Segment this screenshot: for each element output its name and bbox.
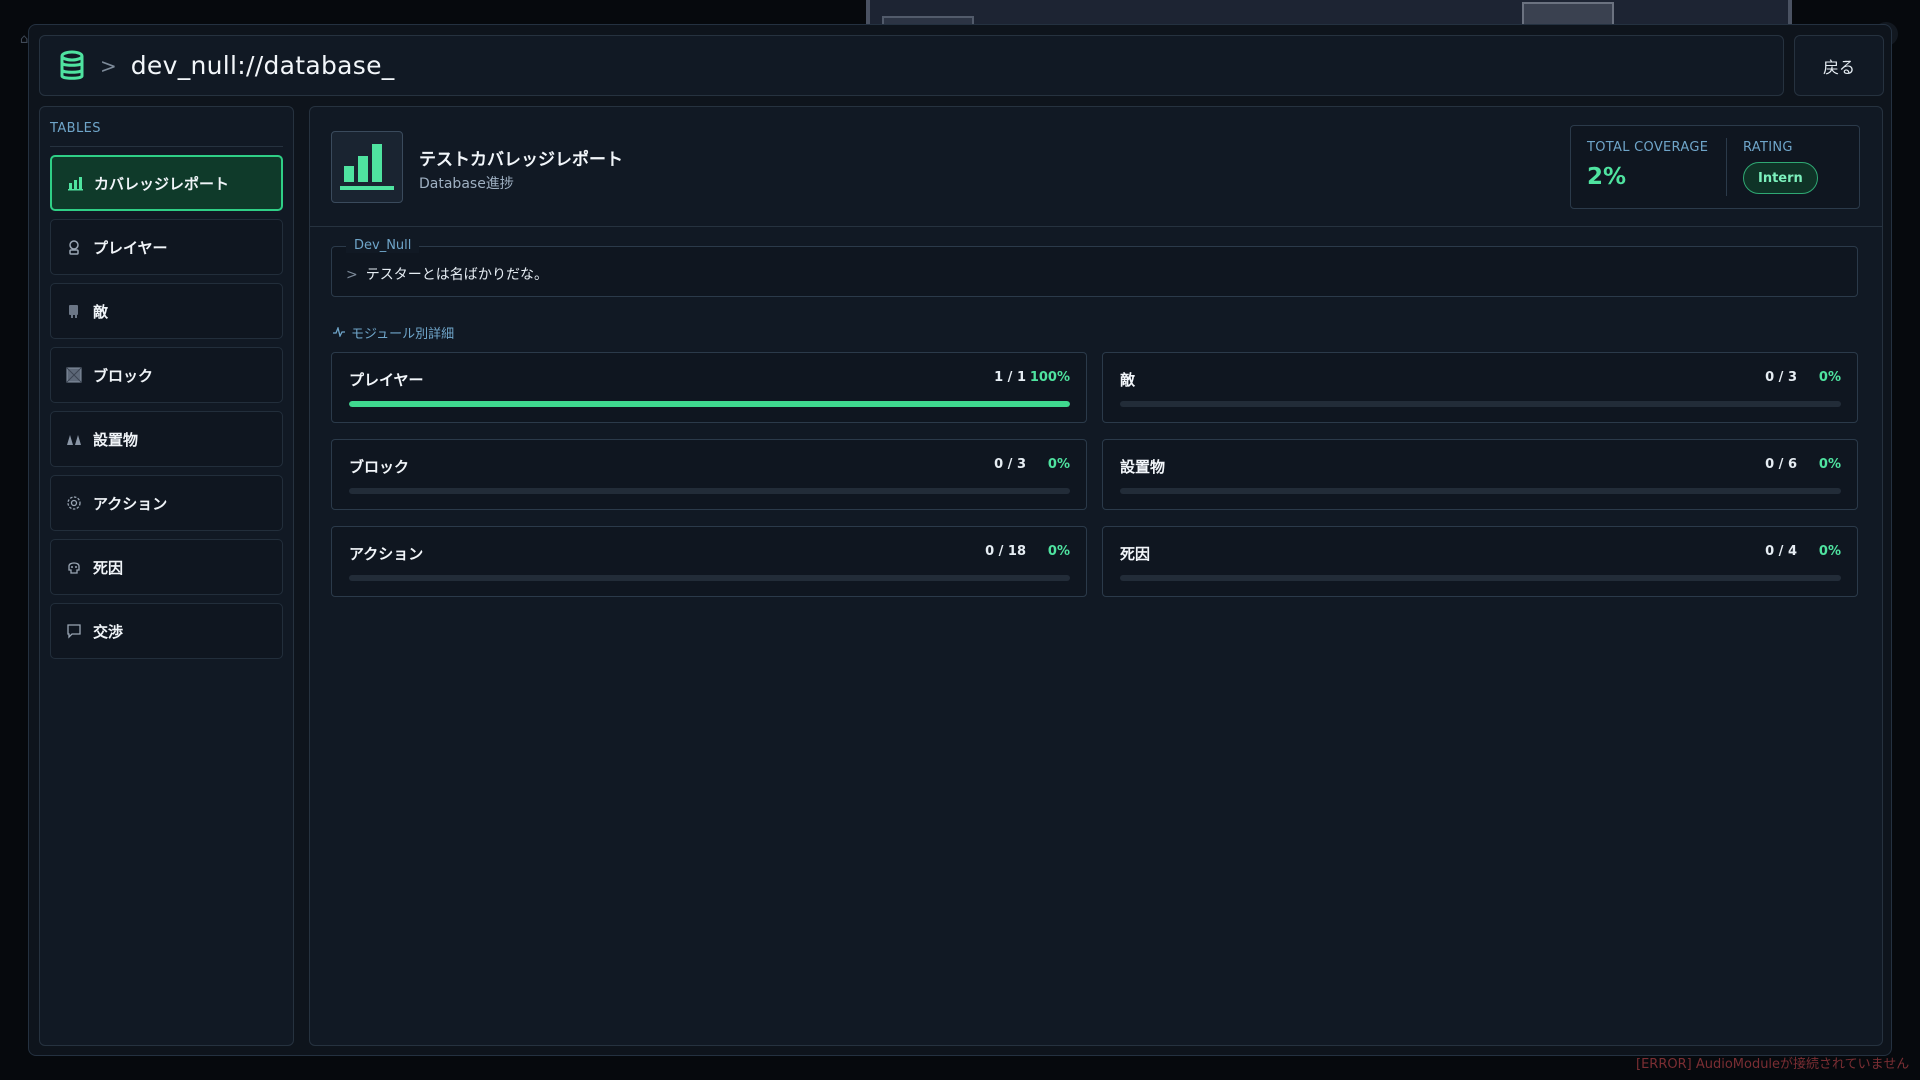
- progress-track: [349, 401, 1070, 407]
- module-percent: 0%: [1047, 544, 1070, 559]
- chevron-right-icon: >: [100, 53, 117, 78]
- module-name: アクション: [349, 545, 424, 563]
- sidebar-item-label: 設置物: [93, 430, 139, 449]
- module-name: 設置物: [1120, 458, 1166, 476]
- section-title: モジュール別詳細: [351, 327, 455, 342]
- database-window: > dev_null://database_ 戻る TABLES カバレッジレポ…: [28, 24, 1892, 1056]
- rating-badge: Intern: [1743, 162, 1818, 194]
- progress-track: [349, 488, 1070, 494]
- prompt-chevron-icon: >: [346, 267, 358, 283]
- coverage-summary: TOTAL COVERAGE 2% RATING Intern: [1570, 125, 1860, 209]
- sidebar-item-label: ブロック: [93, 366, 154, 385]
- database-icon: [60, 50, 84, 80]
- sidebar-item-cause-of-death[interactable]: 死因: [50, 539, 283, 595]
- block-icon: [65, 366, 83, 384]
- progress-track: [1120, 488, 1841, 494]
- sidebar-item-coverage-report[interactable]: カバレッジレポート: [50, 155, 283, 211]
- sidebar-item-action[interactable]: アクション: [50, 475, 283, 531]
- module-name: プレイヤー: [349, 371, 424, 389]
- main-panel: テストカバレッジレポート Database進捗 TOTAL COVERAGE 2…: [309, 106, 1883, 1046]
- module-count: 0 / 4: [1765, 544, 1797, 559]
- sidebar-item-label: 交渉: [93, 622, 124, 641]
- object-icon: [65, 430, 83, 448]
- progress-track: [1120, 401, 1841, 407]
- module-card: 敵 0 / 3 0%: [1102, 352, 1858, 423]
- module-card: 設置物 0 / 6 0%: [1102, 439, 1858, 510]
- sidebar-item-placed-object[interactable]: 設置物: [50, 411, 283, 467]
- sidebar-item-label: アクション: [93, 494, 168, 513]
- module-percent: 100%: [1029, 370, 1070, 385]
- module-count: 0 / 6: [1765, 457, 1797, 472]
- dialogue-box: Dev_Null > テスターとは名ばかりだな。: [331, 238, 1858, 297]
- coverage-value: 2%: [1587, 164, 1627, 190]
- sidebar-item-negotiation[interactable]: 交渉: [50, 603, 283, 659]
- module-percent: 0%: [1047, 457, 1070, 472]
- player-icon: [65, 238, 83, 256]
- sidebar-item-block[interactable]: ブロック: [50, 347, 283, 403]
- progress-fill: [349, 401, 1070, 407]
- progress-track: [349, 575, 1070, 581]
- chat-icon: [65, 622, 83, 640]
- sidebar-item-label: 死因: [93, 558, 124, 577]
- skull-icon: [65, 558, 83, 576]
- dialogue-text: > テスターとは名ばかりだな。: [346, 264, 548, 284]
- coverage-label: TOTAL COVERAGE: [1587, 140, 1709, 155]
- error-message: [ERROR] AudioModuleが接続されていません: [1636, 1057, 1910, 1072]
- module-card: プレイヤー 1 / 1 100%: [331, 352, 1087, 423]
- module-card: 死因 0 / 4 0%: [1102, 526, 1858, 597]
- module-count: 0 / 18: [985, 544, 1026, 559]
- section-label: モジュール別詳細: [333, 323, 454, 342]
- back-button[interactable]: 戻る: [1794, 35, 1884, 96]
- module-name: 敵: [1120, 371, 1136, 389]
- title-bar: > dev_null://database_: [39, 35, 1784, 96]
- report-subtitle: Database進捗: [419, 176, 514, 192]
- module-card: アクション 0 / 18 0%: [331, 526, 1087, 597]
- rating-label: RATING: [1743, 140, 1793, 155]
- report-header: テストカバレッジレポート Database進捗 TOTAL COVERAGE 2…: [310, 107, 1882, 227]
- module-count: 0 / 3: [994, 457, 1026, 472]
- progress-track: [1120, 575, 1841, 581]
- module-count: 1 / 1: [994, 370, 1026, 385]
- bar-chart-icon: [331, 131, 403, 203]
- sidebar-heading: TABLES: [50, 107, 283, 147]
- divider: [1726, 138, 1727, 196]
- enemy-icon: [65, 302, 83, 320]
- sidebar: TABLES カバレッジレポート プレイヤー 敵 ブロック 設置物 アクション …: [39, 106, 294, 1046]
- sidebar-item-enemy[interactable]: 敵: [50, 283, 283, 339]
- module-name: ブロック: [349, 458, 410, 476]
- module-card: ブロック 0 / 3 0%: [331, 439, 1087, 510]
- sidebar-item-label: カバレッジレポート: [94, 174, 230, 193]
- report-title: テストカバレッジレポート: [419, 150, 623, 170]
- sidebar-item-label: 敵: [93, 302, 109, 321]
- sidebar-item-label: プレイヤー: [93, 238, 168, 257]
- sidebar-item-player[interactable]: プレイヤー: [50, 219, 283, 275]
- module-count: 0 / 3: [1765, 370, 1797, 385]
- module-grid: プレイヤー 1 / 1 100% 敵 0 / 3 0% ブロック 0 / 3 0% 設置物 0 / …: [331, 352, 1858, 597]
- bar-chart-icon: [66, 174, 84, 192]
- module-name: 死因: [1120, 545, 1151, 563]
- module-percent: 0%: [1818, 457, 1841, 472]
- dialogue-speaker: Dev_Null: [346, 238, 420, 253]
- module-percent: 0%: [1818, 370, 1841, 385]
- gear-icon: [65, 494, 83, 512]
- module-percent: 0%: [1818, 544, 1841, 559]
- window-path: dev_null://database_: [130, 51, 395, 80]
- dialogue-line: テスターとは名ばかりだな。: [365, 267, 549, 283]
- pulse-icon: [333, 325, 345, 340]
